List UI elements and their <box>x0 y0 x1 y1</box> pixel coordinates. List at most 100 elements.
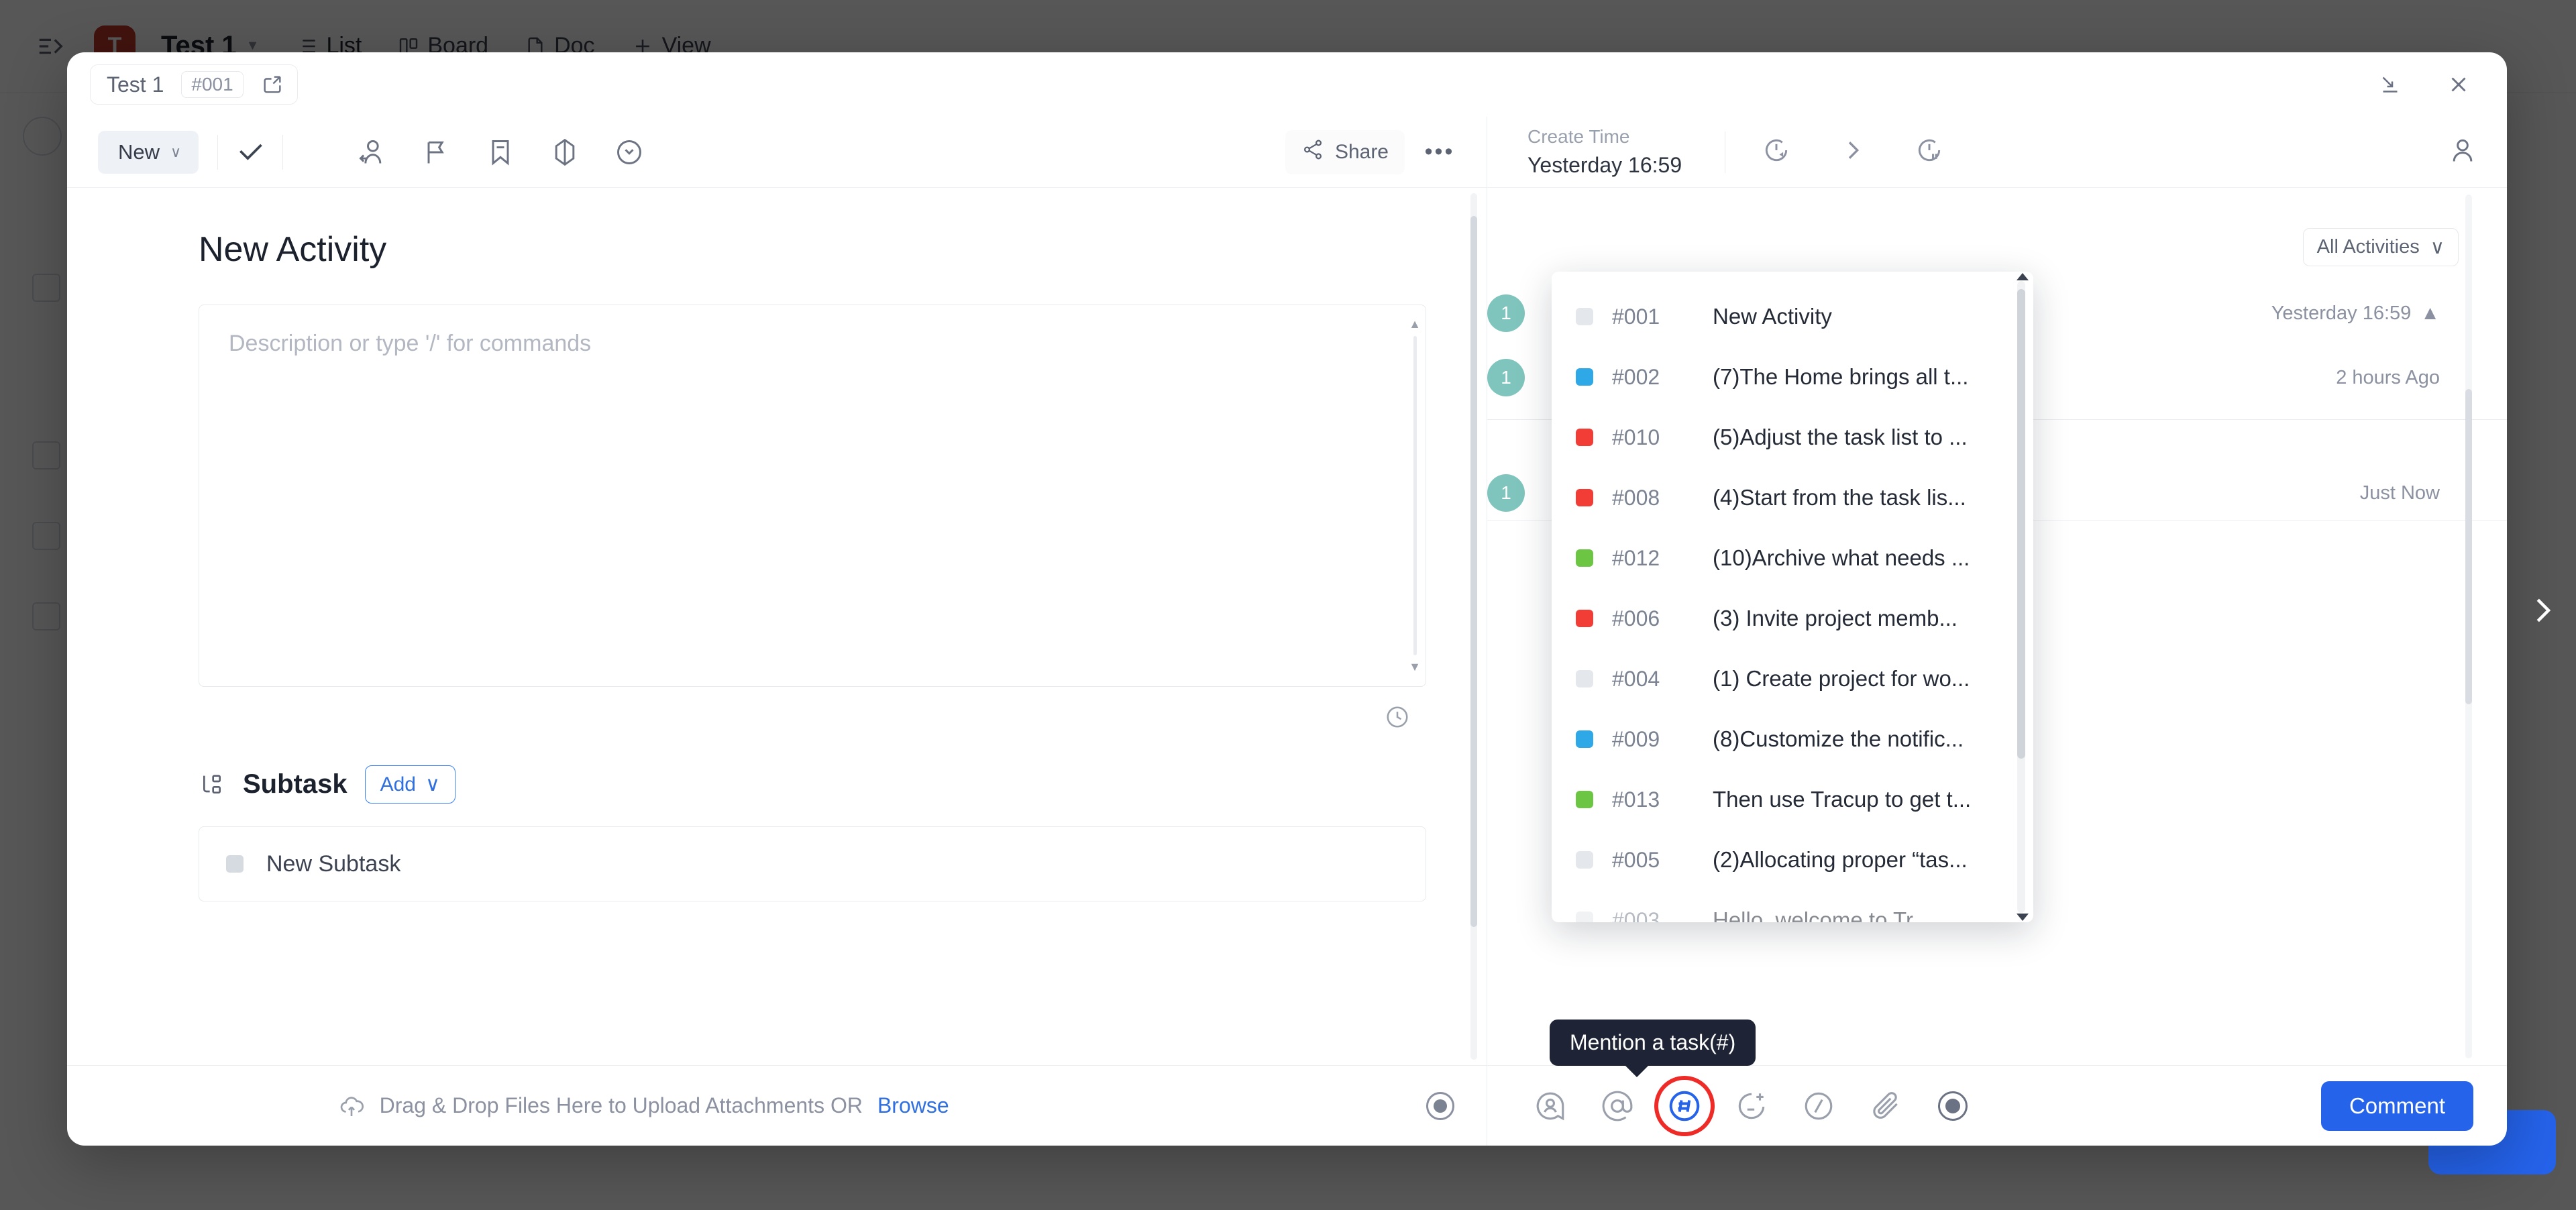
subtask-name[interactable]: New Subtask <box>266 851 400 877</box>
mention-task-id: #009 <box>1612 727 1713 752</box>
record-icon[interactable] <box>1931 1085 1974 1128</box>
task-status-dot <box>1576 670 1593 688</box>
mention-item[interactable]: #012 (10)Archive what needs ... <box>1552 528 2033 588</box>
hash-icon[interactable] <box>1663 1085 1706 1128</box>
subtask-list: New Subtask <box>199 826 1426 901</box>
bookmark-icon[interactable] <box>468 128 533 176</box>
mention-item[interactable]: #001 New Activity <box>1552 286 2033 347</box>
mention-task-title: (10)Archive what needs ... <box>1713 545 1970 571</box>
mention-item[interactable]: #010 (5)Adjust the task list to ... <box>1552 407 2033 468</box>
triangle-down-icon[interactable] <box>2017 914 2029 921</box>
tooltip-text: Mention a task(#) <box>1570 1030 1735 1054</box>
mention-task-title: (1) Create project for wo... <box>1713 666 1970 692</box>
comment-button[interactable]: Comment <box>2321 1081 2473 1131</box>
user-icon[interactable] <box>2448 135 2477 168</box>
activity-filter-label: All Activities <box>2317 236 2420 258</box>
chevron-down-icon: ∨ <box>170 144 181 161</box>
cube-icon[interactable] <box>533 128 597 176</box>
task-status-dot <box>1576 610 1593 627</box>
modal-body: New ∨ <box>67 117 2507 1146</box>
check-icon[interactable] <box>218 128 282 176</box>
slash-command-icon[interactable] <box>1797 1085 1840 1128</box>
attachment-icon[interactable] <box>1864 1085 1907 1128</box>
time-pause-icon[interactable] <box>1915 135 1944 168</box>
task-mention-dropdown[interactable]: #001 New Activity #002 (7)The Home bring… <box>1552 272 2033 922</box>
avatar: 1 <box>1487 474 1525 512</box>
toolbar-divider <box>282 135 283 170</box>
next-task-button[interactable] <box>2522 590 2563 630</box>
mention-task-id: #002 <box>1612 365 1713 390</box>
scroll-down-arrow-icon[interactable]: ▼ <box>1409 660 1421 674</box>
more-options-button[interactable]: ••• <box>1419 132 1460 172</box>
activity-filter-dropdown[interactable]: All Activities ∨ <box>2303 228 2459 266</box>
assignee-icon[interactable] <box>339 128 404 176</box>
activity-scrollbar[interactable] <box>2465 188 2472 1065</box>
history-icon[interactable] <box>1385 704 1410 733</box>
mention-item[interactable]: #005 (2)Allocating proper “tas... <box>1552 830 2033 890</box>
at-icon[interactable] <box>1596 1085 1639 1128</box>
chevron-right-icon[interactable] <box>1839 137 1866 167</box>
flag-icon[interactable] <box>404 128 468 176</box>
activity-timestamp-text: Just Now <box>2360 482 2440 504</box>
mention-item[interactable]: #004 (1) Create project for wo... <box>1552 649 2033 709</box>
close-icon[interactable] <box>2444 70 2473 99</box>
add-subtask-button[interactable]: Add ∨ <box>365 765 455 804</box>
triangle-up-icon[interactable] <box>2017 273 2029 280</box>
task-status-dot <box>1576 308 1593 325</box>
scrollbar-thumb[interactable] <box>1470 216 1477 927</box>
breadcrumb-project[interactable]: Test 1 <box>107 72 164 97</box>
mention-item[interactable]: #003 Hello, welcome to Tr... <box>1552 890 2033 922</box>
mention-task-title: (4)Start from the task lis... <box>1713 485 1966 510</box>
scroll-up-arrow-icon[interactable]: ▲ <box>1409 317 1421 331</box>
task-status-dot <box>1576 730 1593 748</box>
breadcrumb[interactable]: Test 1 #001 <box>90 64 298 105</box>
time-tracking-controls <box>1762 135 1944 168</box>
subtask-row[interactable]: New Subtask <box>199 826 1426 901</box>
task-toolbar: New ∨ <box>67 117 1487 188</box>
task-status-dot <box>1576 429 1593 446</box>
share-button[interactable]: Share <box>1285 130 1405 174</box>
mention-task-title: (2)Allocating proper “tas... <box>1713 847 1968 873</box>
minimize-icon[interactable] <box>2375 70 2405 99</box>
time-start-icon[interactable] <box>1762 135 1791 168</box>
description-placeholder: Description or type '/' for commands <box>229 331 1396 357</box>
mention-item[interactable]: #013 Then use Tracup to get t... <box>1552 769 2033 830</box>
mention-task-id: #005 <box>1612 848 1713 873</box>
scrollbar-thumb[interactable] <box>2017 289 2025 759</box>
collapse-caret-icon[interactable]: ▲ <box>2420 302 2440 325</box>
task-title[interactable]: New Activity <box>199 229 1426 270</box>
description-scrollbar[interactable]: ▲ ▼ <box>1409 317 1420 674</box>
comment-tool-buttons <box>1529 1085 1974 1128</box>
status-dropdown-button[interactable]: New ∨ <box>98 131 199 174</box>
subtask-status-square[interactable] <box>226 855 244 873</box>
task-description-editor[interactable]: Description or type '/' for commands ▲ ▼ <box>199 305 1426 687</box>
task-status-dot <box>1576 368 1593 386</box>
mention-item[interactable]: #006 (3) Invite project memb... <box>1552 588 2033 649</box>
task-content-scrollbar[interactable] <box>1470 193 1477 1060</box>
mention-dropdown-scrollbar[interactable] <box>2017 281 2025 913</box>
emoji-icon[interactable] <box>1730 1085 1773 1128</box>
mention-item[interactable]: #009 (8)Customize the notific... <box>1552 709 2033 769</box>
record-icon[interactable] <box>1426 1092 1454 1120</box>
mention-task-id: #001 <box>1612 305 1713 329</box>
add-subtask-label: Add <box>380 773 416 796</box>
browse-link[interactable]: Browse <box>877 1093 949 1118</box>
mention-item[interactable]: #008 (4)Start from the task lis... <box>1552 468 2033 528</box>
breadcrumb-task-id: #001 <box>181 71 243 98</box>
mention-item[interactable]: #002 (7)The Home brings all t... <box>1552 347 2033 407</box>
open-in-new-icon[interactable] <box>261 73 284 96</box>
task-status-dot <box>1576 912 1593 922</box>
upload-hint[interactable]: Drag & Drop Files Here to Upload Attachm… <box>338 1093 949 1119</box>
task-content-scroll-area: New Activity Description or type '/' for… <box>67 188 1487 1065</box>
modal-window-controls <box>2375 70 2484 99</box>
mention-person-icon[interactable] <box>1529 1085 1572 1128</box>
cloud-upload-icon <box>338 1093 365 1119</box>
activity-timestamp: 2 hours Ago <box>2336 367 2440 389</box>
scrollbar-thumb[interactable] <box>2465 389 2472 704</box>
timer-icon[interactable] <box>597 128 661 176</box>
mention-task-id: #013 <box>1612 787 1713 812</box>
mention-task-id: #008 <box>1612 486 1713 510</box>
share-label: Share <box>1335 141 1389 164</box>
mention-task-id: #012 <box>1612 546 1713 571</box>
avatar: 1 <box>1487 294 1525 332</box>
